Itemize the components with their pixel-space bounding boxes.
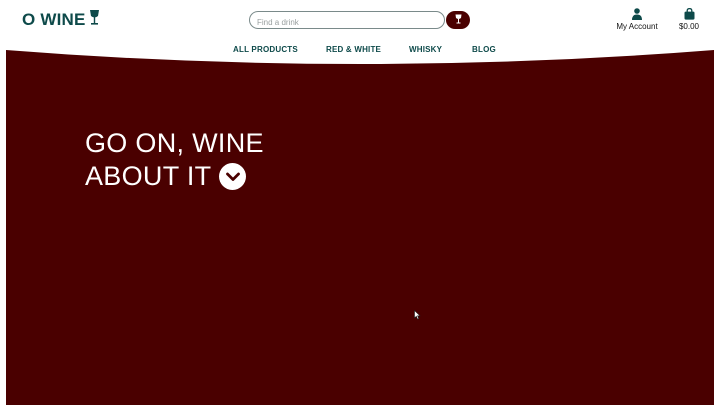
my-account-label: My Account: [616, 22, 658, 31]
hero-headline-line2: ABOUT IT: [85, 161, 212, 191]
search-button[interactable]: [446, 11, 470, 29]
wine-glass-icon: [89, 9, 100, 31]
main-nav: ALL PRODUCTS RED & WHITE WHISKY BLOG: [6, 45, 714, 57]
nav-item-all-products[interactable]: ALL PRODUCTS: [233, 45, 298, 54]
wine-glass-icon: [455, 11, 462, 29]
chevron-down-circle-icon[interactable]: [219, 163, 247, 190]
page: O WINE Find a drink My Account $0.00 ALL…: [6, 0, 714, 405]
search-input[interactable]: [250, 14, 437, 31]
cart-link[interactable]: $0.00: [674, 7, 704, 31]
search-field: [249, 11, 445, 31]
nav-item-red-white[interactable]: RED & WHITE: [326, 45, 381, 54]
hero-headline: GO ON, WINE ABOUT IT: [85, 127, 264, 193]
brand-logo[interactable]: O WINE: [22, 9, 100, 31]
hero-headline-line1: GO ON, WINE: [85, 128, 264, 158]
hero-headline-line2-row: ABOUT IT: [85, 160, 264, 193]
brand-name: O WINE: [22, 10, 86, 29]
mouse-cursor-icon: [414, 307, 421, 325]
nav-item-whisky[interactable]: WHISKY: [409, 45, 442, 54]
nav-item-blog[interactable]: BLOG: [472, 45, 496, 54]
shopping-bag-icon: [674, 7, 704, 20]
my-account-link[interactable]: My Account: [612, 8, 662, 31]
cart-total: $0.00: [678, 22, 700, 31]
site-header: O WINE Find a drink My Account $0.00 ALL…: [6, 0, 714, 64]
user-icon: [612, 8, 662, 20]
